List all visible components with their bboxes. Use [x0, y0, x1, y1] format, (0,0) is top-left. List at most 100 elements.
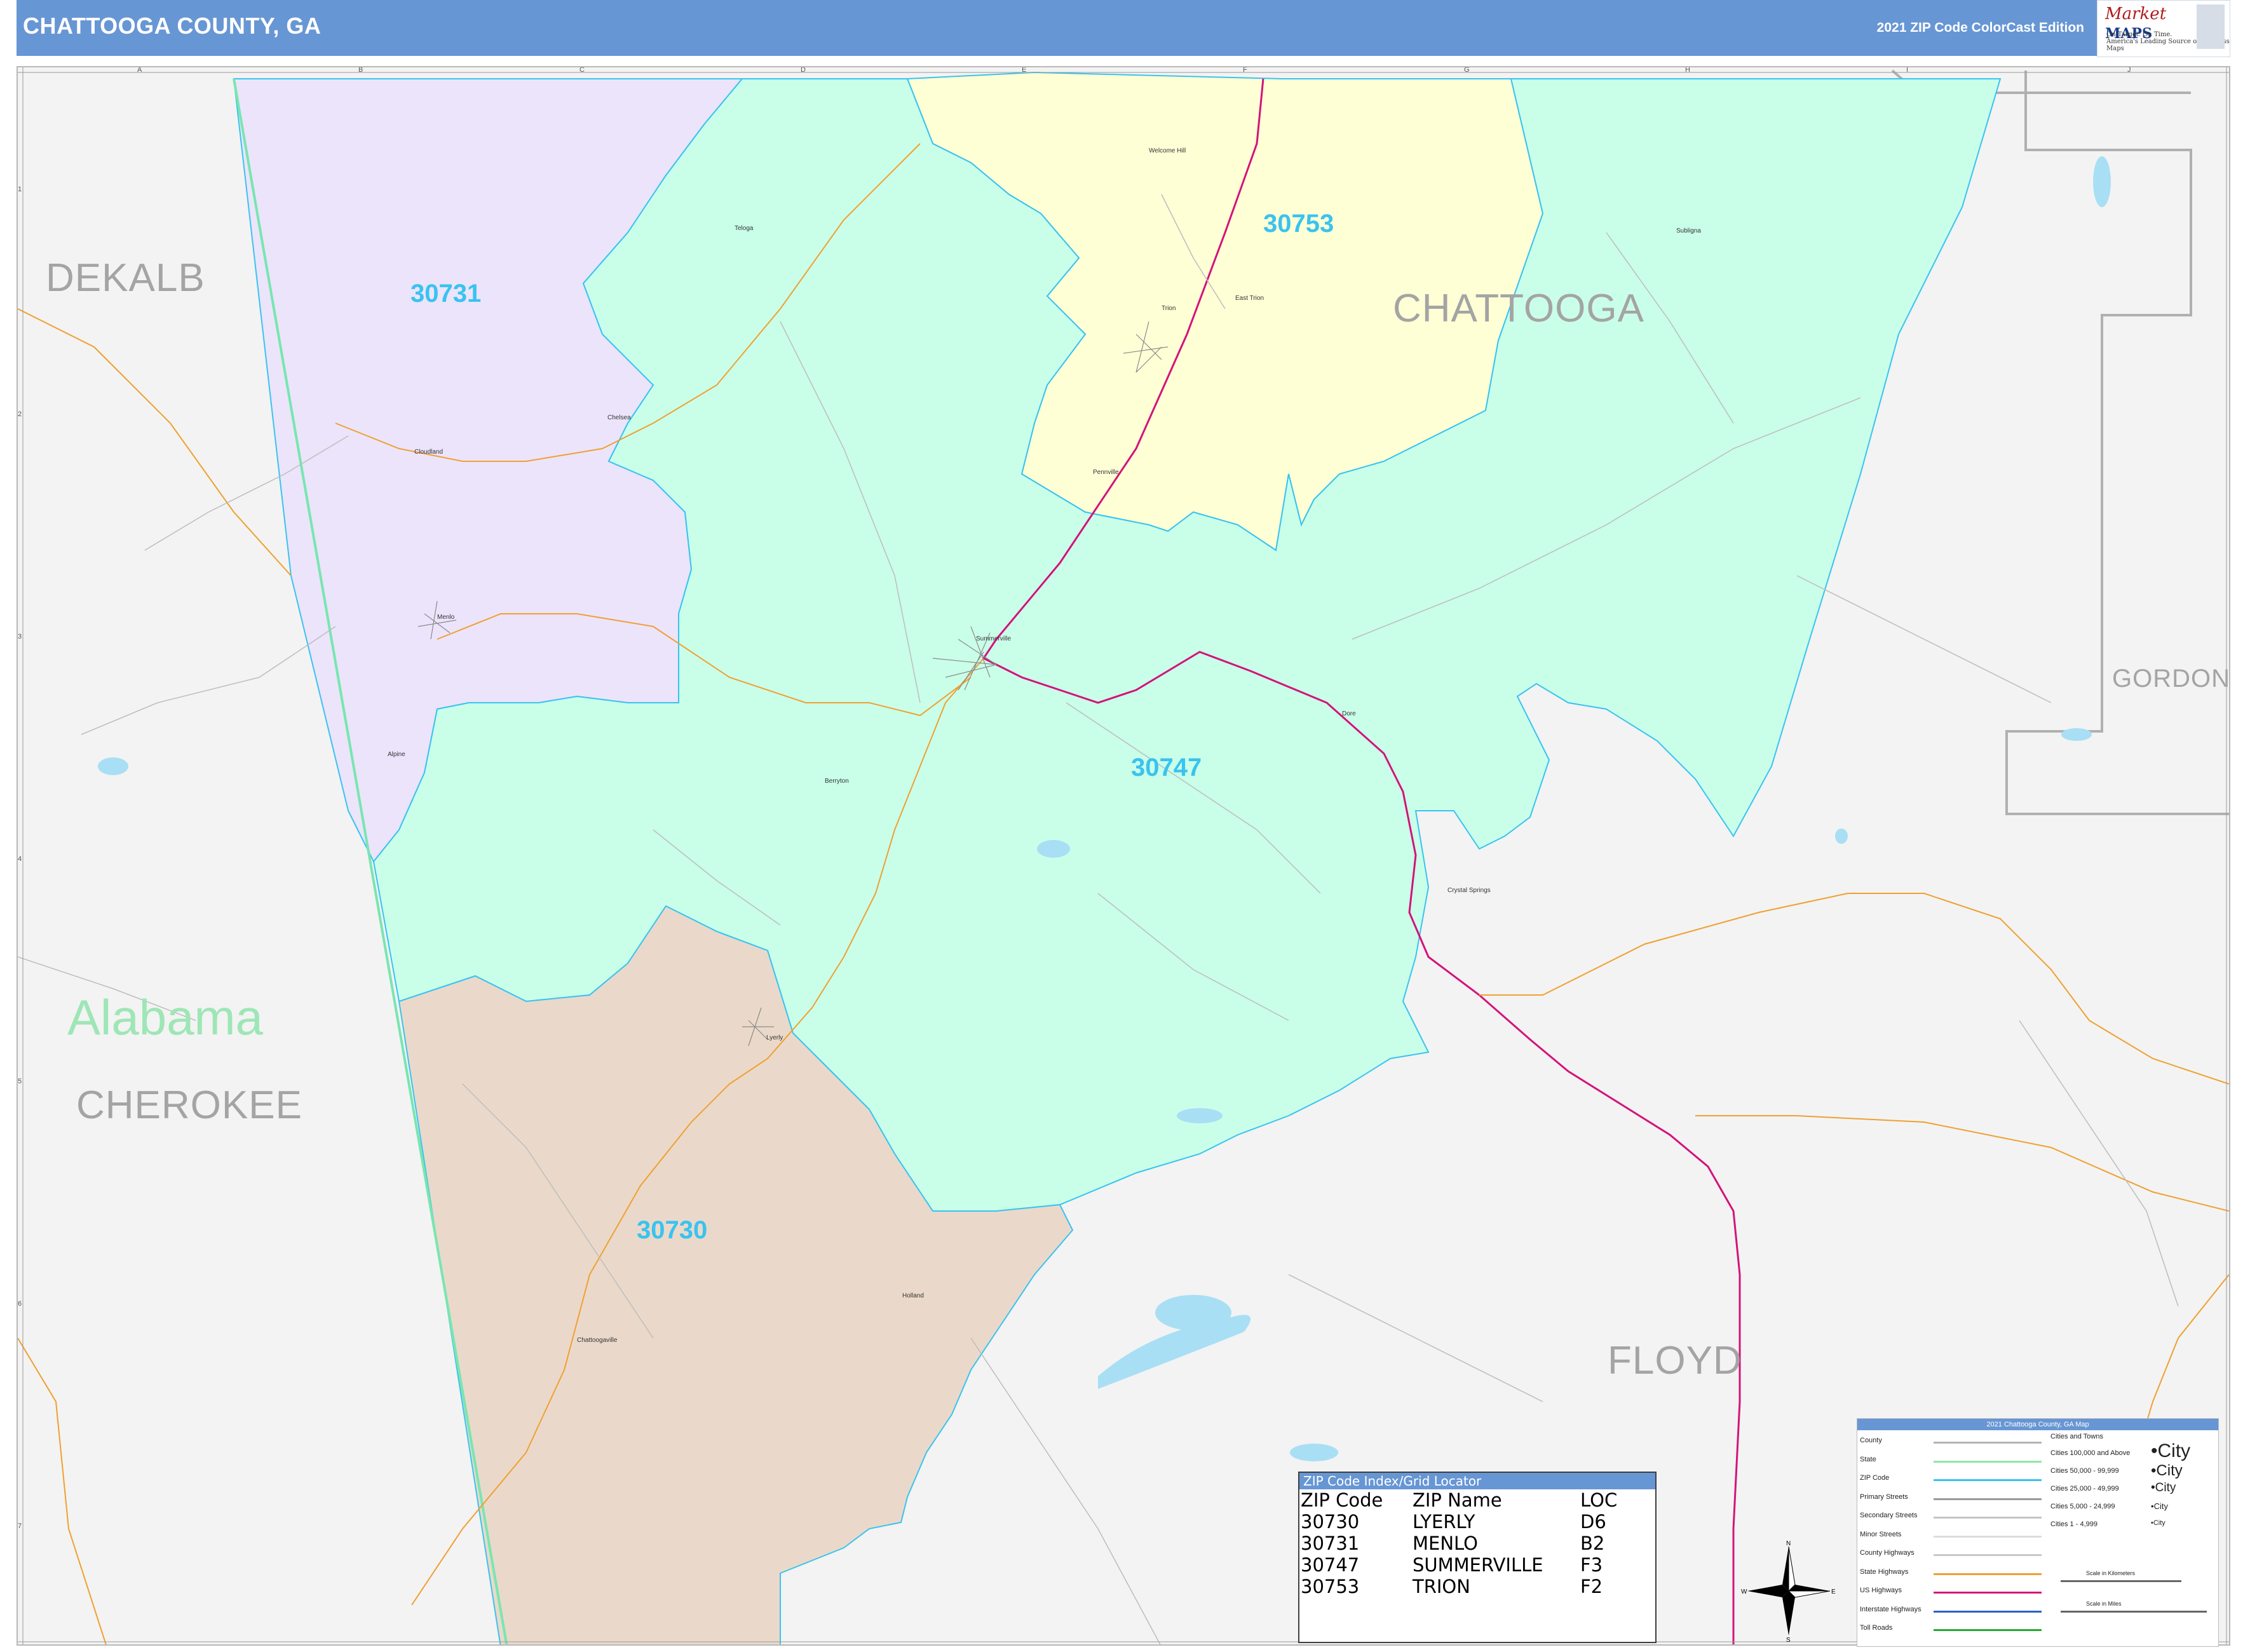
place-label: Pennville	[1093, 469, 1119, 476]
legend-line-swatch	[1934, 1460, 2042, 1463]
zip-name-cell: SUMMERVILLE	[1413, 1554, 1543, 1576]
legend-line-swatch	[1934, 1535, 2042, 1538]
grid-number: 5	[18, 1078, 22, 1085]
legend-city-size: Cities 25,000 - 49,999	[2050, 1485, 2119, 1493]
grid-number: 3	[18, 633, 22, 640]
grid-letter: C	[579, 66, 585, 74]
grid-letter: G	[1464, 66, 1470, 74]
column-header: ZIP Name	[1413, 1489, 1502, 1511]
column-header: LOC	[1580, 1489, 1618, 1511]
place-label: Alpine	[388, 751, 405, 758]
compass-rose-icon: N S W E	[1741, 1540, 1836, 1642]
table-row: 30747 SUMMERVILLE F3	[1301, 1554, 1622, 1576]
legend-line-swatch	[1934, 1573, 2042, 1575]
state-label-alabama: Alabama	[67, 989, 263, 1045]
place-label: Chelsea	[607, 414, 631, 421]
grid-number: 4	[18, 855, 22, 863]
state-highway	[1695, 1115, 2229, 1212]
edition-label: 2021 ZIP Code ColorCast Edition	[1876, 20, 2084, 35]
legend-city-size: Cities 100,000 and Above	[2050, 1449, 2131, 1457]
map-canvas[interactable]: A B C D E F G H I J 1 2 3 4 5 6 7 DEKALB…	[17, 66, 2230, 1646]
map-header: CHATTOOGA COUNTY, GA 2021 ZIP Code Color…	[17, 0, 2230, 57]
place-label: Summerville	[976, 635, 1012, 642]
legend-line-swatch	[1934, 1442, 2042, 1444]
zip-label-30730: 30730	[637, 1216, 708, 1244]
legend-line-swatch	[1934, 1517, 2042, 1519]
zip-cell: 30753	[1301, 1576, 1360, 1597]
legend-line-swatch	[1934, 1554, 2042, 1556]
legend-line-swatch	[1934, 1610, 2042, 1613]
place-label: Holland	[902, 1292, 924, 1299]
legend-line-swatch	[1934, 1592, 2042, 1594]
grid-letter: B	[358, 66, 363, 74]
loc-cell: B2	[1580, 1533, 1605, 1554]
legend-line-label: State	[1860, 1455, 1876, 1463]
place-label: Welcome Hill	[1149, 147, 1186, 154]
place-label: East Trion	[1235, 295, 1264, 302]
grid-number: 6	[18, 1300, 22, 1308]
grid-letter: H	[1685, 66, 1690, 74]
legend-scale-miles: Scale in Miles	[2086, 1601, 2122, 1607]
legend-line-label: Toll Roads	[1860, 1624, 1893, 1632]
map-legend: 2021 Chattooga County, GA Map County Stat…	[1857, 1418, 2219, 1647]
loc-cell: D6	[1580, 1511, 1606, 1533]
grid-letter: A	[137, 66, 142, 74]
scale-bar-km	[2061, 1580, 2181, 1582]
county-label-gordon: GORDON	[2112, 665, 2230, 693]
county-boundary	[2005, 71, 2229, 815]
place-label: Trion	[1162, 305, 1176, 312]
compass-s: S	[1786, 1637, 1791, 1642]
grid-letter: E	[1022, 66, 1027, 74]
legend-city-sample: •City	[2151, 1519, 2165, 1527]
legend-city-sample: •City	[2151, 1481, 2176, 1494]
compass-e: E	[1831, 1588, 1836, 1595]
county-label-dekalb: DEKALB	[46, 256, 205, 300]
zip-label-30753: 30753	[1263, 210, 1334, 238]
grid-letter: I	[1906, 66, 1909, 74]
place-label: Crystal Springs	[1447, 887, 1491, 894]
place-label: Subligna	[1676, 227, 1701, 234]
county-label-floyd: FLOYD	[1608, 1339, 1742, 1383]
legend-line-label: Minor Streets	[1860, 1530, 1902, 1538]
legend-line-label: ZIP Code	[1860, 1474, 1890, 1482]
legend-line-label: State Highways	[1860, 1567, 1909, 1576]
place-label: Chattoogaville	[577, 1337, 618, 1344]
zip-name-cell: LYERLY	[1413, 1511, 1475, 1533]
place-label: Dore	[1342, 710, 1356, 717]
grid-number: 2	[18, 410, 22, 418]
legend-line-label: US Highways	[1860, 1587, 1902, 1594]
zip-index-panel: ZIP Code Index/Grid Locator ZIP Code ZIP…	[1298, 1472, 1657, 1643]
zip-cell: 30747	[1301, 1554, 1360, 1576]
legend-city-size: Cities 5,000 - 24,999	[2050, 1503, 2115, 1510]
zip-label-30747: 30747	[1131, 754, 1202, 782]
place-label: Cloudland	[414, 449, 444, 456]
zip-index-header-row: ZIP Code ZIP Name LOC	[1301, 1489, 1622, 1511]
county-label-chattooga: CHATTOOGA	[1393, 287, 1644, 330]
zip-cell: 30731	[1301, 1533, 1360, 1554]
legend-line-swatch	[1934, 1498, 2042, 1500]
legend-line-swatch	[1934, 1479, 2042, 1481]
zip-index-table: ZIP Code ZIP Name LOC 30730 LYERLY D6 30…	[1301, 1489, 1622, 1597]
grid-number: 7	[18, 1522, 22, 1530]
market-maps-logo: Market MAPS On Target. On Time. America's …	[2097, 0, 2230, 57]
column-header: ZIP Code	[1301, 1489, 1383, 1511]
zip-cell: 30730	[1301, 1511, 1360, 1533]
zip-name-cell: TRION	[1413, 1576, 1470, 1597]
legend-city-sample: •City	[2151, 1462, 2183, 1479]
legend-line-label: County Highways	[1860, 1549, 1915, 1557]
grid-number: 1	[18, 186, 22, 193]
zip-index-title: ZIP Code Index/Grid Locator	[1299, 1473, 1655, 1489]
logo-contact-box	[2197, 4, 2225, 49]
grid-letter: J	[2127, 66, 2131, 74]
zip-label-30731: 30731	[410, 280, 482, 308]
legend-title: 2021 Chattooga County, GA Map	[1857, 1419, 2218, 1430]
state-highway	[1479, 893, 2229, 1085]
legend-line-swatch	[1934, 1629, 2042, 1631]
legend-city-sample: •City	[2151, 1440, 2191, 1461]
table-row: 30731 MENLO B2	[1301, 1533, 1622, 1554]
legend-line-label: County	[1860, 1437, 1882, 1444]
compass-w: W	[1741, 1588, 1747, 1595]
place-label: Berryton	[825, 778, 849, 785]
legend-city-size: Cities 1 - 4,999	[2050, 1520, 2098, 1528]
map-title: CHATTOOGA COUNTY, GA	[23, 13, 322, 39]
